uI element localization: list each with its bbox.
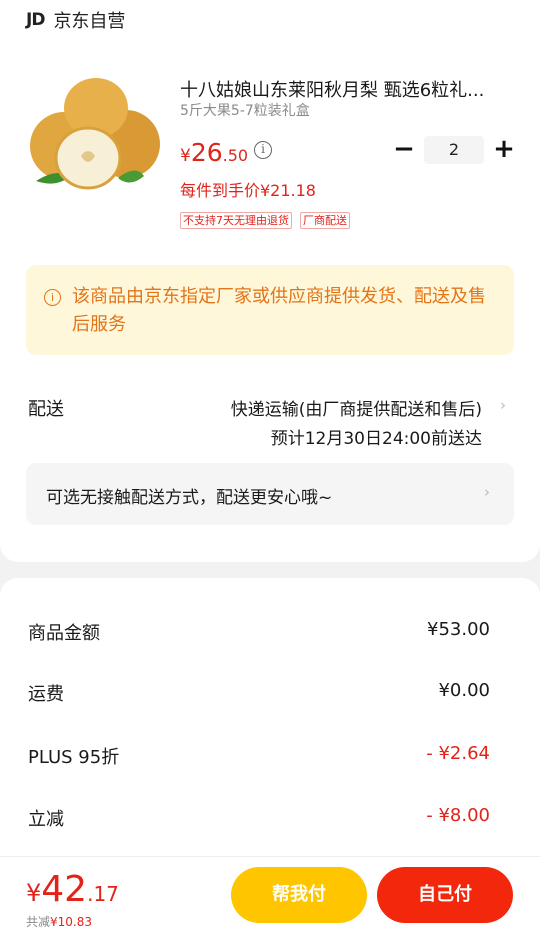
product-spec[interactable]: 5斤大果5-7粒装礼盒 — [180, 100, 310, 120]
quantity-stepper: − 2 + — [392, 136, 516, 164]
summary-value: - ¥8.00 — [426, 805, 490, 826]
chevron-right-icon: › — [484, 483, 490, 501]
total-integer: 42 — [41, 869, 88, 910]
total-saved: 共减¥10.83 — [26, 913, 92, 930]
summary-row: 运费 ¥0.00 — [28, 680, 490, 706]
summary-label: PLUS 95折 — [28, 747, 120, 768]
jd-logo: JD — [26, 10, 45, 30]
price-currency: ¥ — [180, 146, 191, 166]
quantity-value[interactable]: 2 — [424, 136, 484, 164]
delivery-method[interactable]: 快递运输(由厂商提供配送和售后) — [231, 395, 482, 420]
notice-info-icon: i — [44, 289, 61, 306]
notice-text: 该商品由京东指定厂家或供应商提供发货、配送及售后服务 — [72, 286, 486, 335]
self-pay-button[interactable]: 自己付 — [377, 867, 513, 923]
store-header: JD 京东自营 — [26, 8, 125, 32]
total-decimal: .17 — [87, 882, 119, 906]
order-card: JD 京东自营 十八姑娘山东莱阳秋月梨 甄选6粒礼... 5斤大果5-7粒装礼盒… — [0, 0, 540, 562]
final-price: 每件到手价¥21.18 — [180, 181, 316, 200]
summary-value: - ¥2.64 — [426, 743, 490, 764]
total-price: ¥42.17 — [26, 869, 119, 910]
tag-no-return: 不支持7天无理由退货 — [180, 212, 292, 229]
product-title[interactable]: 十八姑娘山东莱阳秋月梨 甄选6粒礼... — [180, 76, 520, 102]
total-currency: ¥ — [26, 879, 42, 907]
tag-vendor-delivery: 厂商配送 — [300, 212, 350, 229]
store-name: 京东自营 — [53, 11, 126, 32]
pear-fruit-image[interactable] — [26, 76, 166, 196]
chevron-right-icon[interactable]: › — [500, 396, 506, 414]
checkout-bar: ¥42.17 共减¥10.83 帮我付 自己付 — [0, 856, 540, 932]
summary-label: 运费 — [28, 684, 64, 705]
vendor-notice: i 该商品由京东指定厂家或供应商提供发货、配送及售后服务 — [26, 265, 514, 355]
delivery-label: 配送 — [28, 399, 64, 420]
saved-label: 共减 — [26, 915, 51, 929]
contactless-text: 可选无接触配送方式，配送更安心哦~ — [46, 488, 333, 508]
saved-value: ¥10.83 — [50, 915, 93, 929]
summary-label: 商品金额 — [28, 623, 100, 644]
summary-row: 商品金额 ¥53.00 — [28, 619, 490, 645]
help-pay-button[interactable]: 帮我付 — [231, 867, 367, 923]
summary-value: ¥53.00 — [427, 619, 490, 640]
product-price: ¥26.50 — [180, 138, 248, 167]
decrease-quantity-button[interactable]: − — [392, 136, 416, 164]
product-tags: 不支持7天无理由退货 厂商配送 — [180, 212, 350, 229]
summary-label: 立减 — [28, 809, 64, 830]
summary-row: 立减 - ¥8.00 — [28, 805, 490, 831]
contactless-delivery-option[interactable]: 可选无接触配送方式，配送更安心哦~ › — [26, 463, 514, 525]
delivery-eta: 预计12月30日24:00前送达 — [270, 429, 482, 449]
price-summary-card: 商品金额 ¥53.00 运费 ¥0.00 PLUS 95折 - ¥2.64 立减… — [0, 578, 540, 868]
price-decimal: .50 — [222, 146, 249, 165]
summary-value: ¥0.00 — [438, 680, 490, 701]
summary-row: PLUS 95折 - ¥2.64 — [28, 743, 490, 769]
info-icon[interactable]: i — [254, 141, 272, 159]
price-integer: 26 — [190, 138, 223, 167]
increase-quantity-button[interactable]: + — [492, 136, 516, 164]
